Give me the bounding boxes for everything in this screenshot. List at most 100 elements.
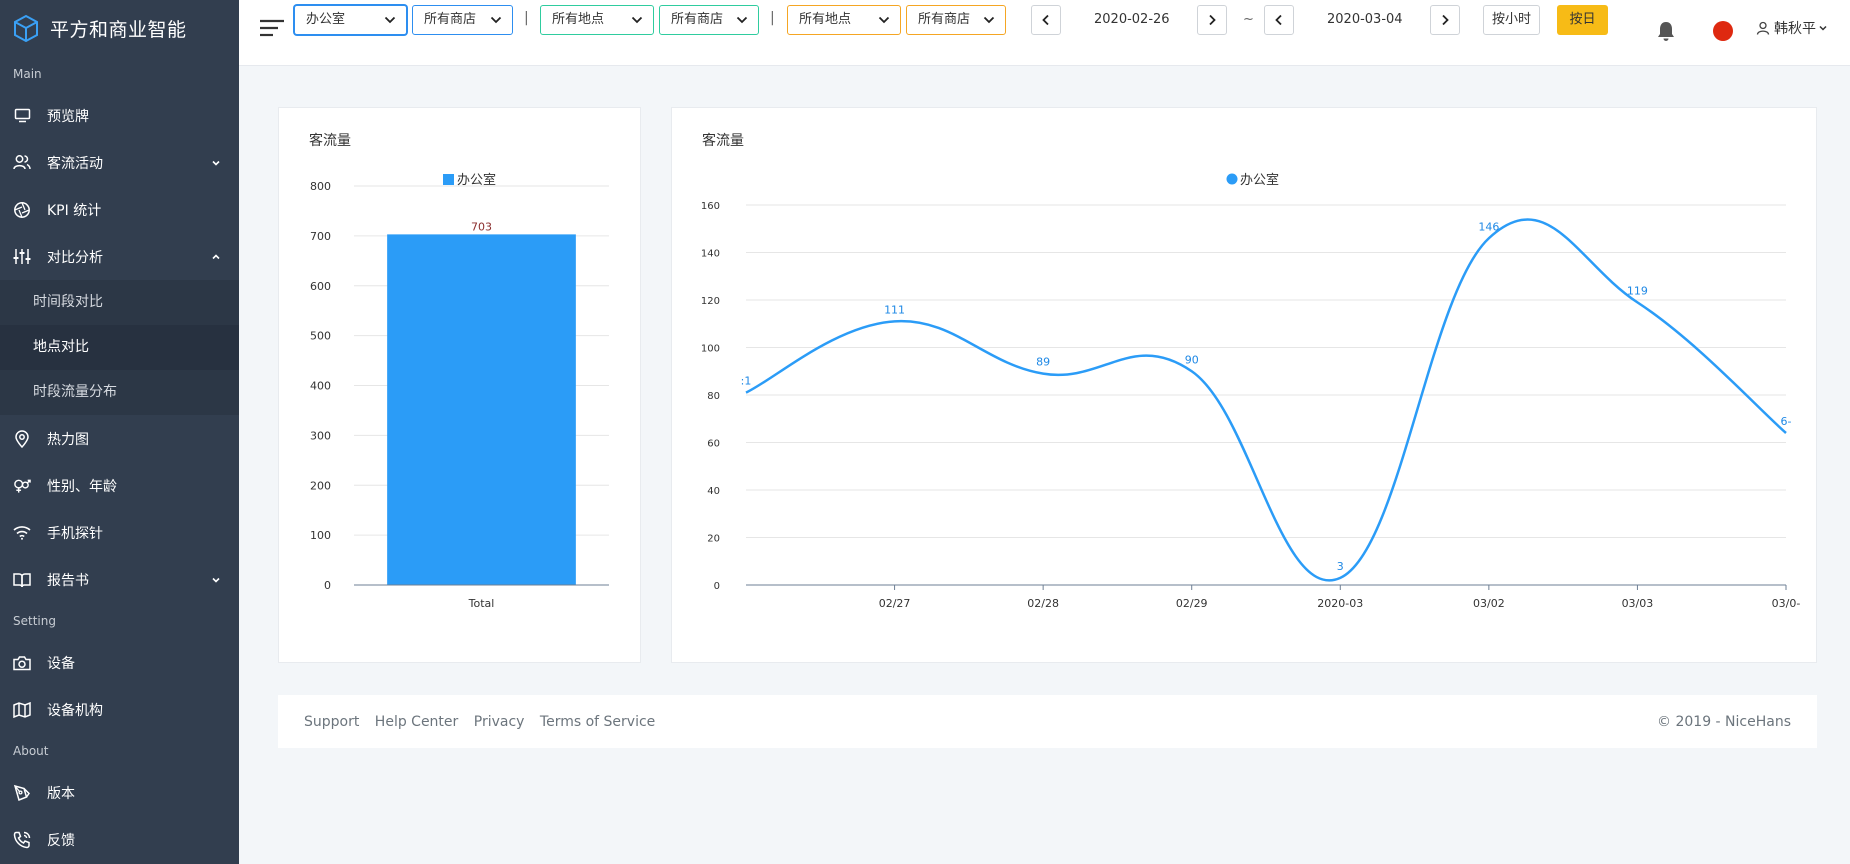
map-icon (13, 701, 31, 719)
data-label: :1 (741, 375, 752, 388)
sidebar-item-report[interactable]: 报告书 (0, 556, 239, 603)
start-date-prev-button[interactable] (1031, 5, 1061, 35)
store-select-2[interactable]: 所有商店 (659, 5, 759, 35)
footer-link-terms[interactable]: Terms of Service (540, 714, 655, 730)
map-pin-icon (13, 429, 31, 448)
end-date[interactable]: 2020-03-04 (1327, 12, 1403, 27)
brand[interactable]: 平方和商业智能 (0, 0, 239, 56)
footer-link-help-center[interactable]: Help Center (375, 714, 459, 730)
sidebar-item-label: 版本 (47, 785, 75, 802)
bar (387, 234, 576, 585)
y-tick-label: 120 (701, 296, 720, 307)
menu-toggle-icon[interactable] (259, 17, 285, 39)
x-tick-label: 02/27 (879, 597, 911, 610)
sidebar-item-traffic[interactable]: 客流活动 (0, 139, 239, 186)
footer-link-privacy[interactable]: Privacy (474, 714, 525, 730)
chevron-right-icon (1442, 14, 1449, 26)
y-tick-label: 300 (310, 429, 331, 442)
x-tick-label: 03/03 (1622, 597, 1654, 610)
sidebar-subitem-time-distribution[interactable]: 时段流量分布 (0, 370, 239, 415)
chevron-down-icon (1819, 25, 1827, 31)
sidebar-subitem-period-compare[interactable]: 时间段对比 (0, 280, 239, 325)
section-title-main: Main (13, 67, 42, 81)
sidebar-item-kpi[interactable]: KPI 统计 (0, 186, 239, 233)
language-flag-icon[interactable] (1713, 21, 1733, 41)
end-date-prev-button[interactable] (1264, 5, 1294, 35)
y-tick-label: 0 (714, 581, 720, 592)
store-select-1[interactable]: 所有商店 (412, 5, 513, 35)
location-select-1[interactable]: 办公室 (294, 5, 407, 35)
y-tick-label: 160 (701, 201, 720, 212)
wifi-icon (13, 524, 31, 542)
sidebar-item-org[interactable]: 设备机构 (0, 686, 239, 733)
chevron-down-icon (983, 16, 995, 24)
footer-links: Support Help Center Privacy Terms of Ser… (304, 714, 666, 730)
start-date[interactable]: 2020-02-26 (1094, 12, 1170, 27)
start-date-next-button[interactable] (1197, 5, 1227, 35)
y-tick-label: 60 (707, 439, 720, 450)
footer-link-support[interactable]: Support (304, 714, 359, 730)
x-tick-label: 03/0- (1772, 597, 1801, 610)
sidebar-item-heatmap[interactable]: 热力图 (0, 415, 239, 462)
chevron-down-icon (384, 16, 396, 24)
y-tick-label: 100 (701, 344, 720, 355)
x-tick-label: Total (468, 597, 495, 610)
end-date-next-button[interactable] (1430, 5, 1460, 35)
gender-icon (13, 477, 31, 495)
select-value: 所有商店 (671, 12, 724, 27)
select-value: 所有地点 (552, 12, 605, 27)
chevron-down-icon (490, 16, 502, 24)
sidebar-item-version[interactable]: 版本 (0, 769, 239, 816)
by-day-button[interactable]: 按日 (1557, 5, 1608, 35)
sidebar: 平方和商业智能 Main 预览牌 客流活动 KPI 统计 对比分析 时间段对比 … (0, 0, 239, 864)
users-icon (13, 154, 31, 172)
y-tick-label: 400 (310, 380, 331, 393)
chevron-down-icon (212, 160, 220, 166)
compare-submenu: 时间段对比 地点对比 时段流量分布 (0, 280, 239, 415)
by-hour-button[interactable]: 按小时 (1483, 5, 1540, 35)
sidebar-item-label: 反馈 (47, 832, 75, 849)
pen-tool-icon (13, 784, 31, 802)
sidebar-item-device[interactable]: 设备 (0, 639, 239, 686)
location-select-2[interactable]: 所有地点 (540, 5, 654, 35)
legend-swatch (443, 174, 454, 185)
section-title-about: About (13, 744, 49, 758)
footer-copyright: © 2019 - NiceHans (1657, 713, 1791, 730)
phone-call-icon (13, 831, 31, 849)
chevron-down-icon (736, 16, 748, 24)
location-select-3[interactable]: 所有地点 (787, 5, 901, 35)
sidebar-item-overview[interactable]: 预览牌 (0, 92, 239, 139)
bell-icon[interactable] (1656, 20, 1676, 42)
sidebar-item-label: 预览牌 (47, 108, 89, 125)
chevron-right-icon (1209, 14, 1216, 26)
sidebar-item-gender-age[interactable]: 性别、年龄 (0, 462, 239, 509)
sidebar-item-label: 性别、年龄 (47, 478, 117, 495)
sidebar-item-compare[interactable]: 对比分析 (0, 233, 239, 280)
sidebar-item-probe[interactable]: 手机探针 (0, 509, 239, 556)
sidebar-item-label: 设备 (47, 655, 75, 672)
line-chart: 办公室 0 20 40 60 80 100 120 140 160 02/27 02/28 02/29 2… (701, 172, 1801, 610)
y-tick-label: 0 (324, 579, 331, 592)
y-tick-label: 40 (707, 486, 720, 497)
sidebar-item-label: KPI 统计 (47, 202, 102, 219)
legend-swatch (1226, 173, 1238, 185)
user-menu[interactable]: 韩秋平 (1756, 18, 1832, 38)
book-open-icon (13, 571, 31, 589)
y-tick-label: 200 (310, 479, 331, 492)
y-tick-label: 80 (707, 391, 720, 402)
y-tick-label: 140 (701, 249, 720, 260)
store-select-3[interactable]: 所有商店 (906, 5, 1006, 35)
data-label: 3 (1337, 560, 1344, 573)
sliders-icon (13, 248, 31, 266)
sidebar-subitem-location-compare[interactable]: 地点对比 (0, 325, 239, 370)
data-label: 89 (1036, 356, 1050, 369)
select-value: 所有商店 (424, 12, 477, 27)
footer: Support Help Center Privacy Terms of Ser… (278, 695, 1817, 748)
data-label: 90 (1185, 353, 1199, 366)
chart-legend: 办公室 (1226, 172, 1279, 188)
user-icon (1756, 21, 1770, 35)
y-tick-label: 100 (310, 529, 331, 542)
select-value: 所有商店 (918, 12, 971, 27)
sidebar-item-feedback[interactable]: 反馈 (0, 816, 239, 863)
chevron-left-icon (1042, 14, 1049, 26)
